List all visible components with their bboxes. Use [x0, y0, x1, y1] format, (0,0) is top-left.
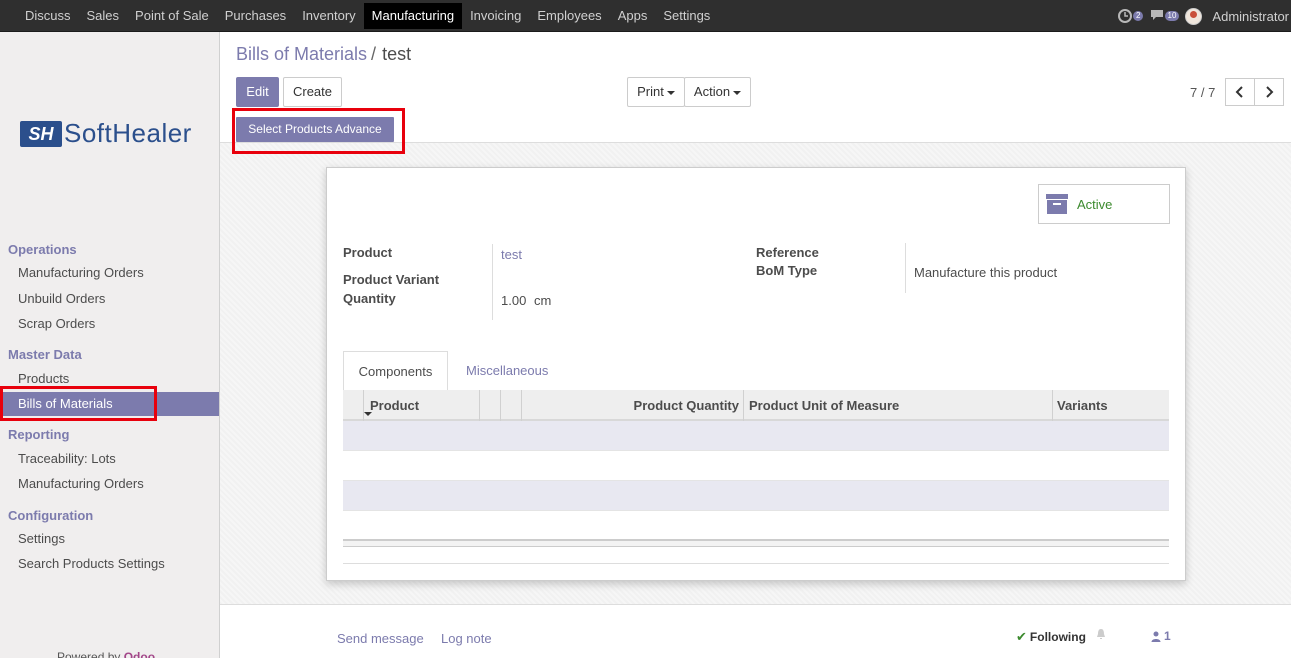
breadcrumb-parent[interactable]: Bills of Materials	[236, 44, 367, 64]
table-empty-column	[501, 390, 522, 421]
chevron-down-icon	[733, 90, 742, 95]
quantity-field[interactable]: 1.00 cm	[501, 293, 551, 308]
section-operations: Operations	[8, 242, 77, 257]
quantity-value: 1.00	[501, 293, 527, 308]
sidebar-item-traceability-lots[interactable]: Traceability: Lots	[0, 447, 219, 471]
logo-mark: SH	[20, 120, 62, 147]
section-master-data: Master Data	[8, 347, 82, 362]
menu-employees[interactable]: Employees	[529, 0, 609, 32]
sidebar-item-search-products-settings[interactable]: Search Products Settings	[0, 552, 219, 576]
product-variant-label: Product Variant	[343, 272, 440, 287]
menu-manufacturing[interactable]: Manufacturing	[363, 3, 463, 29]
user-avatar[interactable]	[1185, 7, 1203, 25]
pager-previous-button[interactable]	[1225, 78, 1255, 106]
chevron-right-icon	[1266, 86, 1274, 98]
table-empty-column	[480, 390, 501, 421]
messages-icon[interactable]: 10	[1149, 8, 1180, 24]
print-label: Print	[637, 84, 664, 99]
powered-by-brand[interactable]: Odoo	[124, 650, 155, 658]
check-icon: ✔	[1016, 629, 1027, 644]
followers-button[interactable]: 1	[1151, 629, 1171, 643]
notebook-tabs: Components Miscellaneous	[343, 351, 1169, 391]
field-separator	[492, 244, 493, 320]
sheet-divider	[343, 563, 1169, 564]
sidebar-item-scrap-orders[interactable]: Scrap Orders	[0, 312, 219, 336]
activity-clock-icon[interactable]: 2	[1117, 8, 1144, 24]
pager-value[interactable]: 7 / 7	[1190, 85, 1215, 100]
menu-apps[interactable]: Apps	[610, 0, 656, 32]
sidebar-item-reporting-manufacturing-orders[interactable]: Manufacturing Orders	[0, 472, 219, 496]
user-name[interactable]: Administrator	[1212, 9, 1289, 24]
select-products-advance-button[interactable]: Select Products Advance	[236, 117, 394, 142]
action-label: Action	[693, 84, 731, 99]
send-message-link[interactable]: Send message	[337, 631, 424, 646]
create-button[interactable]: Create	[283, 77, 342, 107]
archive-icon	[1046, 194, 1068, 214]
table-row	[343, 421, 1169, 451]
table-handle-column	[343, 390, 364, 421]
followers-count: 1	[1164, 629, 1171, 643]
activity-count-badge: 2	[1132, 11, 1144, 21]
menu-settings[interactable]: Settings	[655, 0, 718, 32]
components-table: Product Product Quantity Product Unit of…	[343, 390, 1169, 547]
sidebar-item-products[interactable]: Products	[0, 367, 219, 391]
menu-purchases[interactable]: Purchases	[217, 0, 294, 32]
print-dropdown[interactable]: Print	[627, 77, 685, 107]
sidebar-item-bills-of-materials[interactable]: Bills of Materials	[0, 392, 219, 416]
top-navbar: Discuss Sales Point of Sale Purchases In…	[0, 0, 1291, 32]
table-row	[343, 451, 1169, 481]
menu-inventory[interactable]: Inventory	[294, 0, 363, 32]
table-row	[343, 481, 1169, 511]
action-dropdown[interactable]: Action	[684, 77, 751, 107]
section-configuration: Configuration	[8, 508, 94, 523]
reference-label: Reference	[756, 245, 819, 260]
column-product[interactable]: Product	[364, 390, 480, 421]
column-product-quantity[interactable]: Product Quantity	[522, 390, 744, 421]
menu-point-of-sale[interactable]: Point of Sale	[127, 0, 217, 32]
sidebar-item-manufacturing-orders[interactable]: Manufacturing Orders	[0, 261, 219, 285]
product-field[interactable]: test	[501, 247, 522, 262]
systray: 2 10 Administrator	[1117, 0, 1291, 32]
log-note-link[interactable]: Log note	[441, 631, 492, 646]
table-header: Product Product Quantity Product Unit of…	[343, 390, 1169, 421]
powered-by-text: Powered by	[57, 650, 121, 658]
pager-next-button[interactable]	[1254, 78, 1284, 106]
menu-sales[interactable]: Sales	[79, 0, 128, 32]
sidebar-item-unbuild-orders[interactable]: Unbuild Orders	[0, 287, 219, 311]
field-separator	[905, 243, 906, 293]
active-label: Active	[1077, 196, 1113, 212]
tab-miscellaneous[interactable]: Miscellaneous	[466, 351, 548, 391]
column-product-uom[interactable]: Product Unit of Measure	[744, 390, 1053, 421]
sidebar-item-settings[interactable]: Settings	[0, 527, 219, 551]
user-icon	[1151, 631, 1161, 642]
softhealer-logo: SH SoftHealer	[20, 118, 192, 149]
messages-count-badge: 10	[1164, 11, 1180, 21]
section-reporting: Reporting	[8, 427, 70, 442]
menu-invoicing[interactable]: Invoicing	[462, 0, 529, 32]
main-menu: Discuss Sales Point of Sale Purchases In…	[17, 0, 718, 32]
following-button[interactable]: ✔ Following	[1016, 629, 1086, 645]
app-sidebar: SH SoftHealer Operations Manufacturing O…	[0, 32, 220, 658]
table-footer	[343, 539, 1169, 547]
breadcrumb-separator: /	[371, 44, 377, 64]
chevron-left-icon	[1235, 86, 1243, 98]
following-label: Following	[1029, 630, 1086, 644]
product-label: Product	[343, 245, 393, 260]
bom-type-label: BoM Type	[756, 263, 818, 278]
active-toggle-button[interactable]: Active	[1038, 184, 1170, 224]
quantity-uom: cm	[533, 293, 552, 308]
powered-by: Powered by Odoo	[57, 650, 155, 658]
bell-icon[interactable]	[1096, 628, 1106, 640]
logo-text: SoftHealer	[64, 118, 192, 148]
breadcrumb-current: test	[382, 44, 412, 64]
bom-type-field[interactable]: Manufacture this product	[914, 265, 1057, 280]
menu-discuss[interactable]: Discuss	[17, 0, 79, 32]
breadcrumb: Bills of Materials / test	[236, 44, 411, 65]
chevron-down-icon	[666, 90, 675, 95]
column-variants[interactable]: Variants	[1053, 390, 1169, 421]
quantity-label: Quantity	[343, 291, 396, 306]
edit-button[interactable]: Edit	[236, 77, 279, 107]
tab-components[interactable]: Components	[343, 351, 448, 391]
